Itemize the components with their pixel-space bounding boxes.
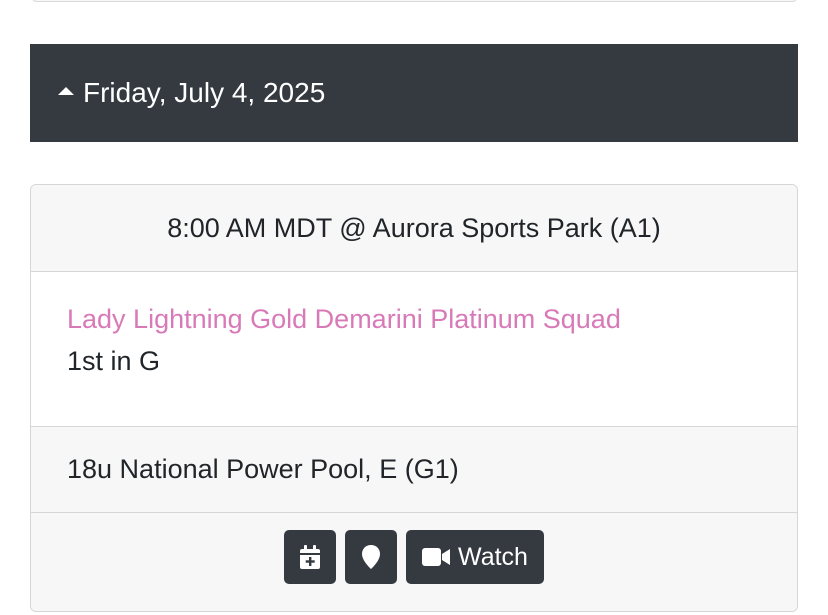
map-location-button[interactable] <box>345 530 398 584</box>
game-card: 8:00 AM MDT @ Aurora Sports Park (A1) La… <box>30 184 798 612</box>
video-camera-icon <box>422 548 451 566</box>
team-link[interactable]: Lady Lightning Gold Demarini Platinum Sq… <box>67 298 761 340</box>
add-to-calendar-button[interactable] <box>284 530 337 584</box>
map-marker-icon <box>362 545 381 569</box>
watch-button[interactable]: Watch <box>406 530 544 584</box>
team-seed: 1st in G <box>67 346 161 376</box>
caret-up-icon <box>58 87 74 95</box>
calendar-plus-icon <box>300 544 321 569</box>
previous-card-edge <box>31 0 798 2</box>
game-time-location: 8:00 AM MDT @ Aurora Sports Park (A1) <box>31 185 797 272</box>
pool-info: 18u National Power Pool, E (G1) <box>31 427 797 513</box>
watch-label: Watch <box>458 542 528 571</box>
day-header-toggle[interactable]: Friday, July 4, 2025 <box>30 44 798 142</box>
game-actions: Watch <box>31 513 797 611</box>
team-section: Lady Lightning Gold Demarini Platinum Sq… <box>31 272 797 427</box>
day-header-date: Friday, July 4, 2025 <box>83 77 326 108</box>
